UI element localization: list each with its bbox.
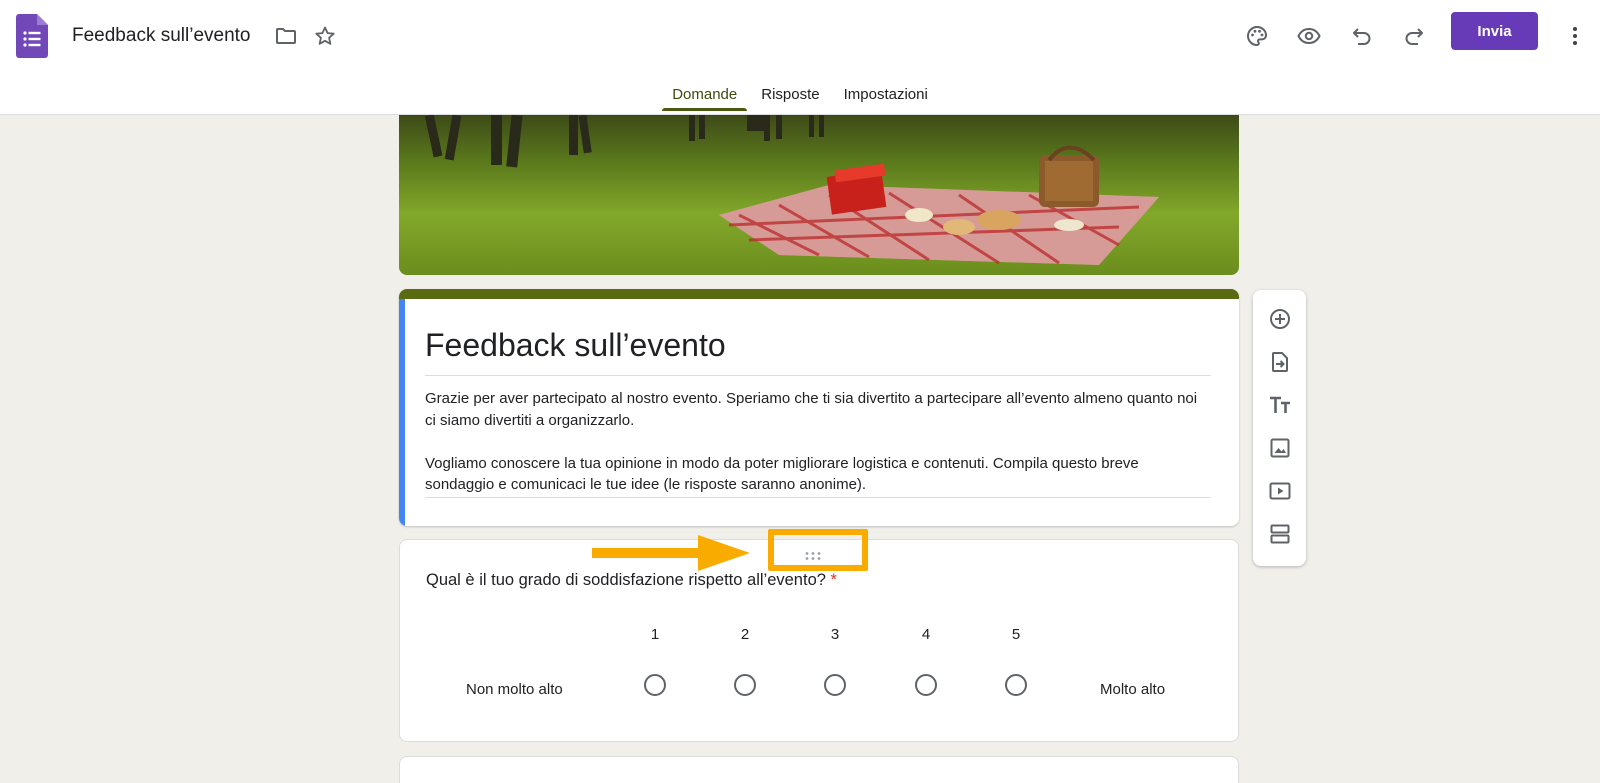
required-asterisk: *	[830, 571, 837, 589]
next-question-card[interactable]	[399, 756, 1239, 783]
document-title[interactable]: Feedback sull’evento	[72, 25, 251, 47]
add-title-icon[interactable]	[1265, 390, 1295, 420]
floating-toolbar	[1253, 290, 1306, 566]
add-image-icon[interactable]	[1265, 433, 1295, 463]
selected-indicator	[399, 299, 405, 526]
tab-domande[interactable]: Domande	[660, 82, 749, 111]
scale-radio-5[interactable]	[1005, 674, 1027, 696]
eye-icon[interactable]	[1295, 22, 1323, 50]
scale-high-label: Molto alto	[1100, 681, 1166, 698]
description-paragraph: Vogliamo conoscere la tua opinione in mo…	[425, 454, 1139, 494]
form-description[interactable]: Grazie per aver partecipato al nostro ev…	[425, 388, 1211, 496]
add-question-icon[interactable]	[1265, 304, 1295, 334]
scale-number: 4	[921, 626, 931, 643]
scale-number: 5	[1011, 626, 1021, 643]
scale-number: 1	[650, 626, 660, 643]
tab-risposte[interactable]: Risposte	[749, 82, 831, 111]
palette-icon[interactable]	[1243, 22, 1271, 50]
tab-bar: Domande Risposte Impostazioni	[0, 82, 1600, 111]
undo-icon[interactable]	[1348, 22, 1376, 50]
scale-number: 2	[740, 626, 750, 643]
question-title[interactable]: Qual è il tuo grado di soddisfazione ris…	[426, 571, 837, 590]
send-button[interactable]: Invia	[1451, 12, 1538, 50]
redo-icon[interactable]	[1400, 22, 1428, 50]
scale-radio-2[interactable]	[734, 674, 756, 696]
scale-radio-1[interactable]	[644, 674, 666, 696]
tab-impostazioni[interactable]: Impostazioni	[832, 82, 940, 111]
description-paragraph: Grazie per aver partecipato al nostro ev…	[425, 390, 1198, 429]
scale-low-label: Non molto alto	[466, 681, 563, 698]
question-text: Qual è il tuo grado di soddisfazione ris…	[426, 571, 826, 589]
annotation-arrow-icon	[592, 535, 750, 571]
theme-color-strip	[399, 289, 1239, 299]
google-forms-logo-icon[interactable]	[16, 14, 48, 58]
add-section-icon[interactable]	[1265, 519, 1295, 549]
folder-icon[interactable]	[272, 22, 300, 50]
add-video-icon[interactable]	[1265, 476, 1295, 506]
annotation-highlight-box	[768, 529, 868, 571]
scale-radio-4[interactable]	[915, 674, 937, 696]
description-underline	[425, 497, 1211, 498]
import-questions-icon[interactable]	[1265, 347, 1295, 377]
header-image	[399, 115, 1239, 275]
scale-radio-3[interactable]	[824, 674, 846, 696]
form-title[interactable]: Feedback sull’evento	[425, 327, 726, 364]
scale-number: 3	[830, 626, 840, 643]
form-header-card[interactable]: Feedback sull’evento Grazie per aver par…	[399, 289, 1239, 526]
title-underline	[425, 375, 1211, 376]
top-bar: Feedback sull’evento Invia Domande Rispo…	[0, 0, 1600, 115]
more-vert-icon[interactable]	[1561, 22, 1589, 50]
star-icon[interactable]	[311, 22, 339, 50]
